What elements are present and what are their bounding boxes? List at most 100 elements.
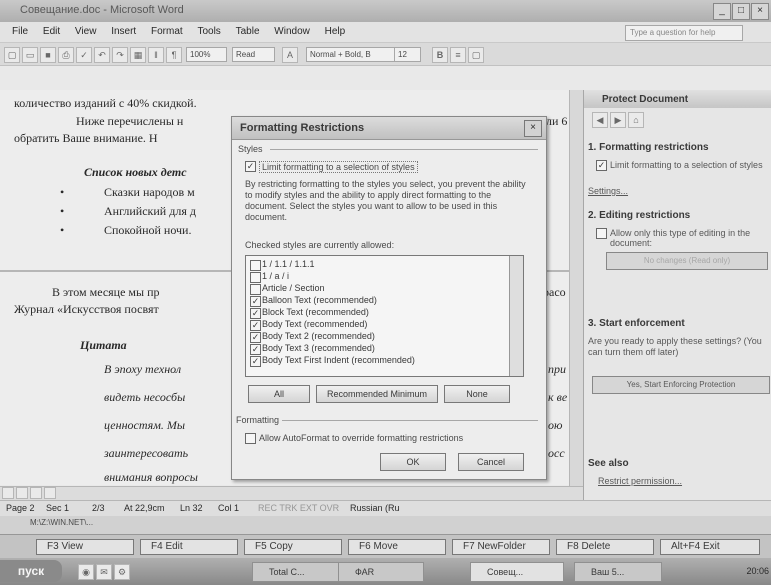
limit-styles-label[interactable]: Limit formatting to a selection of style… <box>259 161 418 173</box>
status-bar: Page 2 Sec 1 2/3 At 22,9cm Ln 32 Col 1 R… <box>0 500 771 517</box>
style-checkbox[interactable] <box>250 284 261 295</box>
restrict-permission-link[interactable]: Restrict permission... <box>598 476 682 486</box>
style-checkbox[interactable] <box>250 260 261 271</box>
font-size-select[interactable]: 12 <box>394 47 421 62</box>
listbox-scrollbar[interactable] <box>509 256 523 376</box>
editing-checkbox[interactable] <box>596 228 607 239</box>
pane-title: Protect Document <box>602 94 689 105</box>
menu-view[interactable]: View <box>75 26 97 37</box>
spelling-icon[interactable]: ✓ <box>76 47 92 63</box>
print-view-icon[interactable] <box>30 487 42 499</box>
normal-view-icon[interactable] <box>2 487 14 499</box>
save-icon[interactable]: ■ <box>40 47 56 63</box>
new-icon[interactable]: ▢ <box>4 47 20 63</box>
document-scrollbar[interactable] <box>569 90 584 488</box>
style-checkbox[interactable]: ✓ <box>250 356 261 367</box>
f5-copy-key[interactable]: F5 Copy <box>244 539 342 555</box>
limit-styles-checkbox[interactable]: ✓ <box>245 161 256 172</box>
ok-button[interactable]: OK <box>380 453 446 471</box>
menu-format[interactable]: Format <box>151 26 183 37</box>
border-icon[interactable]: ▢ <box>468 47 484 63</box>
quote-line-end: осс <box>548 446 565 460</box>
menu-file[interactable]: File <box>12 26 28 37</box>
f3-view-key[interactable]: F3 View <box>36 539 134 555</box>
list-item: Английский для д <box>104 204 196 218</box>
quote-title: Цитата <box>80 338 127 352</box>
editing-type-select[interactable]: No changes (Read only) <box>606 252 768 270</box>
redo-icon[interactable]: ↷ <box>112 47 128 63</box>
menu-window[interactable]: Window <box>274 26 310 37</box>
recommended-minimum-button[interactable]: Recommended Minimum <box>316 385 438 403</box>
editing-label: Allow only this type of editing in the d… <box>610 228 751 248</box>
autoformat-checkbox[interactable] <box>245 433 256 444</box>
menu-help[interactable]: Help <box>325 26 346 37</box>
status-page: Page 2 <box>6 503 35 513</box>
undo-icon[interactable]: ↶ <box>94 47 110 63</box>
autoformat-label[interactable]: Allow AutoFormat to override formatting … <box>259 433 463 443</box>
print-icon[interactable]: ⎙ <box>58 47 74 63</box>
dialog-title-bar[interactable]: Formatting Restrictions × <box>232 117 546 140</box>
taskbar-item[interactable]: Ваш 5... <box>574 562 662 582</box>
taskbar-item[interactable]: Total C... <box>252 562 346 582</box>
bullet-icon: • <box>60 204 65 218</box>
style-checkbox[interactable]: ✓ <box>250 308 261 319</box>
quicklaunch-icon[interactable]: ⚙ <box>114 564 130 580</box>
settings-link[interactable]: Settings... <box>588 186 628 196</box>
f4-edit-key[interactable]: F4 Edit <box>140 539 238 555</box>
dialog-close-button[interactable]: × <box>524 120 542 137</box>
ask-question-input[interactable]: Type a question for help <box>625 25 743 41</box>
formatting-group-label: Formatting <box>236 415 280 425</box>
read-button[interactable]: Read <box>232 47 275 62</box>
zoom-select[interactable]: 100% <box>186 47 227 62</box>
cancel-button[interactable]: Cancel <box>458 453 524 471</box>
styles-group-label: Styles <box>238 144 263 154</box>
alt-f4-exit-key[interactable]: Alt+F4 Exit <box>660 539 760 555</box>
close-button[interactable]: × <box>751 3 769 20</box>
start-button[interactable]: пуск <box>0 560 62 582</box>
function-key-bar: F3 View F4 Edit F5 Copy F6 Move F7 NewFo… <box>0 534 771 559</box>
style-checkbox[interactable]: ✓ <box>250 332 261 343</box>
align-icon[interactable]: ≡ <box>450 47 466 63</box>
formatting-restrictions-dialog: Formatting Restrictions × Styles ✓ Limit… <box>231 116 547 480</box>
taskbar-item[interactable]: ФАR <box>338 562 424 582</box>
style-checkbox[interactable]: ✓ <box>250 296 261 307</box>
outline-view-icon[interactable] <box>44 487 56 499</box>
open-icon[interactable]: ▭ <box>22 47 38 63</box>
styles-pane-icon[interactable]: A <box>282 47 298 63</box>
table-icon[interactable]: ▦ <box>130 47 146 63</box>
style-checkbox[interactable]: ✓ <box>250 344 261 355</box>
quote-line-end: при <box>548 362 566 376</box>
minimize-button[interactable]: _ <box>713 3 731 20</box>
f6-move-key[interactable]: F6 Move <box>348 539 446 555</box>
web-view-icon[interactable] <box>16 487 28 499</box>
enforcement-text: Are you ready to apply these settings? (… <box>588 336 762 357</box>
menu-table[interactable]: Table <box>236 26 260 37</box>
quicklaunch-icon[interactable]: ◉ <box>78 564 94 580</box>
style-checkbox[interactable] <box>250 272 261 283</box>
far-command-line[interactable]: M:\Z:\WIN.NET\... <box>0 516 771 534</box>
menu-tools[interactable]: Tools <box>197 26 220 37</box>
menu-insert[interactable]: Insert <box>111 26 136 37</box>
taskbar-item-active[interactable]: Совещ... <box>470 562 564 582</box>
window-title-bar[interactable]: Совещание.doc - Microsoft Word _ □ × <box>0 0 771 22</box>
forward-icon[interactable]: ▶ <box>610 112 626 128</box>
style-checkbox[interactable]: ✓ <box>250 320 261 331</box>
start-enforcing-button[interactable]: Yes, Start Enforcing Protection <box>592 376 770 394</box>
columns-icon[interactable]: ‖ <box>148 47 164 63</box>
pane-limit-checkbox[interactable]: ✓ <box>596 160 607 171</box>
doc-line: обратить Ваше внимание. Н <box>14 131 158 145</box>
home-icon[interactable]: ⌂ <box>628 112 644 128</box>
maximize-button[interactable]: □ <box>732 3 750 20</box>
all-button[interactable]: All <box>248 385 310 403</box>
f7-newfolder-key[interactable]: F7 NewFolder <box>452 539 550 555</box>
back-icon[interactable]: ◀ <box>592 112 608 128</box>
menu-edit[interactable]: Edit <box>43 26 60 37</box>
pilcrow-icon[interactable]: ¶ <box>166 47 182 63</box>
doc-line: количество изданий с 40% скидкой. <box>14 96 197 110</box>
f8-delete-key[interactable]: F8 Delete <box>556 539 654 555</box>
none-button[interactable]: None <box>444 385 510 403</box>
bold-icon[interactable]: B <box>432 47 448 63</box>
style-select[interactable]: Normal + Bold, B <box>306 47 395 62</box>
quicklaunch-icon[interactable]: ✉ <box>96 564 112 580</box>
styles-listbox[interactable]: 1 / 1.1 / 1.1.1 1 / a / i Article / Sect… <box>245 255 524 377</box>
